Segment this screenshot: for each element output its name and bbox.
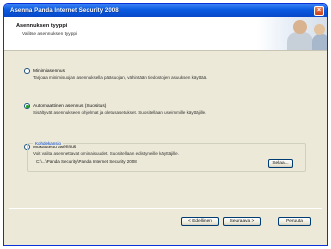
install-folder-group: Kohdekansio C:\...\Panda Security\Panda …: [27, 141, 306, 172]
person-head-image: [293, 20, 307, 34]
cancel-button[interactable]: Peruuta: [278, 217, 311, 226]
browse-button[interactable]: Selaa...: [268, 159, 293, 168]
installer-window: Asenna Panda Internet Security 2008 × As…: [3, 3, 328, 246]
wizard-header: Asennuksen tyyppi Valitse asennuksen tyy…: [4, 17, 327, 51]
close-icon[interactable]: ×: [314, 5, 324, 16]
footer-divider: [9, 208, 322, 209]
option-label: Automaattinen asennus (Suositus): [33, 103, 107, 109]
option-description: Sisältyvät asennukseen ohjelmat ja oletu…: [33, 110, 207, 115]
page-title: Asennuksen tyyppi: [16, 23, 68, 29]
child-image: [312, 34, 327, 50]
option-description: Tarjoaa minimisuojan asennuksella pääsuo…: [33, 75, 208, 80]
header-image: [257, 17, 327, 50]
window-title: Asenna Panda Internet Security 2008: [10, 7, 119, 14]
page-subtitle: Valitse asennuksen tyyppi: [22, 32, 78, 37]
option-automatic[interactable]: Automaattinen asennus (Suositus) Sisälty…: [24, 103, 309, 116]
person-image: [287, 32, 313, 50]
install-folder-legend: Kohdekansio: [33, 141, 64, 146]
title-bar[interactable]: Asenna Panda Internet Security 2008 ×: [4, 4, 327, 17]
next-button[interactable]: Seuraava >: [223, 217, 261, 226]
radio-minimal[interactable]: [24, 68, 30, 74]
option-label: Minimiasennus: [33, 68, 65, 74]
install-path: C:\...\Panda Security\Panda Internet Sec…: [36, 159, 137, 164]
option-minimal[interactable]: Minimiasennus Tarjoaa minimisuojan asenn…: [24, 68, 309, 81]
back-button[interactable]: < Edellinen: [181, 217, 219, 226]
child-head-image: [314, 24, 325, 35]
radio-automatic[interactable]: [24, 103, 30, 109]
